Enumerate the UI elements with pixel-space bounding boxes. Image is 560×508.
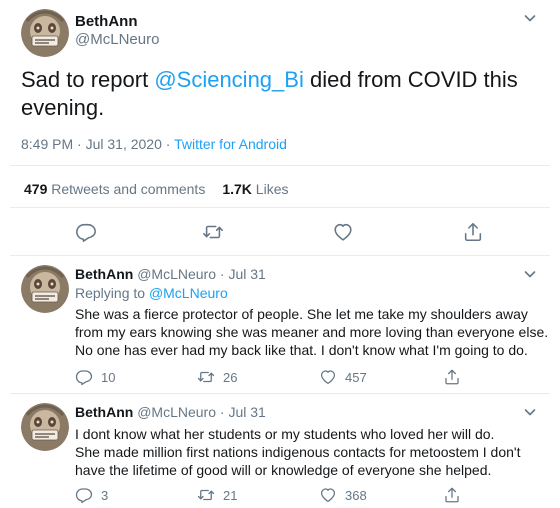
retweets-count: 479 bbox=[24, 181, 48, 197]
likes-label: Likes bbox=[255, 181, 289, 197]
author-handle[interactable]: @McLNeuro bbox=[75, 31, 159, 48]
author-name[interactable]: BethAnn bbox=[75, 13, 138, 30]
mention-link[interactable]: @McLNeuro bbox=[149, 285, 228, 301]
retweet-icon[interactable] bbox=[202, 221, 224, 243]
divider bbox=[10, 393, 550, 394]
reply-text-line: No one has ever had my back like that. I… bbox=[75, 342, 528, 358]
action-bar: 10 26 457 bbox=[0, 368, 560, 388]
reply-icon[interactable] bbox=[75, 221, 97, 243]
reply-count: 10 bbox=[101, 369, 116, 385]
share-icon[interactable] bbox=[443, 486, 461, 504]
divider bbox=[10, 255, 550, 256]
reply-icon[interactable]: 10 bbox=[75, 368, 115, 386]
reply-header: BethAnn @McLNeuro · Jul 31 bbox=[75, 404, 266, 420]
reply-text: I dont know what her students or my stud… bbox=[75, 425, 555, 479]
tweet-thread: BethAnn @McLNeuro Sad to report @Scienci… bbox=[0, 0, 560, 508]
replying-prefix: Replying to bbox=[75, 285, 149, 301]
divider bbox=[10, 165, 550, 166]
replying-to: Replying to @McLNeuro bbox=[75, 285, 228, 301]
author-name[interactable]: BethAnn bbox=[75, 266, 133, 282]
reply-header: BethAnn @McLNeuro · Jul 31 bbox=[75, 266, 266, 282]
retweet-icon[interactable]: 21 bbox=[197, 486, 237, 504]
share-icon[interactable] bbox=[462, 221, 484, 243]
chevron-down-icon[interactable] bbox=[521, 9, 539, 27]
reply-text-line: She made million first nations indigenou… bbox=[75, 444, 521, 460]
retweet-count: 21 bbox=[223, 487, 238, 503]
reply-icon[interactable]: 3 bbox=[75, 486, 108, 504]
retweets-label: Retweets and comments bbox=[51, 181, 206, 197]
retweet-count: 26 bbox=[223, 369, 238, 385]
source-app-link[interactable]: Twitter for Android bbox=[174, 136, 287, 152]
likes-count: 1.7K bbox=[222, 181, 252, 197]
avatar[interactable] bbox=[21, 265, 69, 313]
tweet-meta: 8:49 PM · Jul 31, 2020 · Twitter for And… bbox=[21, 136, 287, 152]
like-icon[interactable]: 368 bbox=[319, 486, 367, 504]
author-name[interactable]: BethAnn bbox=[75, 404, 133, 420]
reply-text-line: from my ears knowing she was meaner and … bbox=[75, 324, 549, 340]
reply-text: She was a fierce protector of people. Sh… bbox=[75, 305, 555, 359]
like-icon[interactable] bbox=[332, 221, 354, 243]
retweet-icon[interactable]: 26 bbox=[197, 368, 237, 386]
reply-text-line: She was a fierce protector of people. Sh… bbox=[75, 306, 528, 322]
mention-link[interactable]: @Sciencing_Bi bbox=[154, 67, 304, 92]
tweet-stats: 479 Retweets and comments 1.7K Likes bbox=[24, 181, 288, 197]
reply-count: 3 bbox=[101, 487, 109, 503]
avatar[interactable] bbox=[21, 403, 69, 451]
chevron-down-icon[interactable] bbox=[521, 265, 539, 283]
like-count: 368 bbox=[345, 487, 367, 503]
like-icon[interactable]: 457 bbox=[319, 368, 367, 386]
retweets-stat[interactable]: 479 Retweets and comments bbox=[24, 181, 205, 197]
author-handle-date[interactable]: @McLNeuro · Jul 31 bbox=[137, 266, 266, 282]
divider bbox=[10, 207, 550, 208]
tweet-text-part: Sad to report bbox=[21, 67, 155, 92]
avatar[interactable] bbox=[21, 9, 69, 57]
action-bar: 3 21 368 bbox=[0, 486, 560, 506]
tweet-timestamp[interactable]: 8:49 PM · Jul 31, 2020 · bbox=[21, 136, 174, 152]
author-handle-date[interactable]: @McLNeuro · Jul 31 bbox=[137, 404, 266, 420]
like-count: 457 bbox=[345, 369, 367, 385]
tweet-text: Sad to report @Sciencing_Bi died from CO… bbox=[21, 66, 541, 122]
reply-text-line: I dont know what her students or my stud… bbox=[75, 426, 495, 442]
action-bar bbox=[0, 221, 560, 245]
likes-stat[interactable]: 1.7K Likes bbox=[222, 181, 288, 197]
reply-text-line: have the lifetime of good will or knowle… bbox=[75, 462, 492, 478]
chevron-down-icon[interactable] bbox=[521, 403, 539, 421]
share-icon[interactable] bbox=[443, 368, 461, 386]
